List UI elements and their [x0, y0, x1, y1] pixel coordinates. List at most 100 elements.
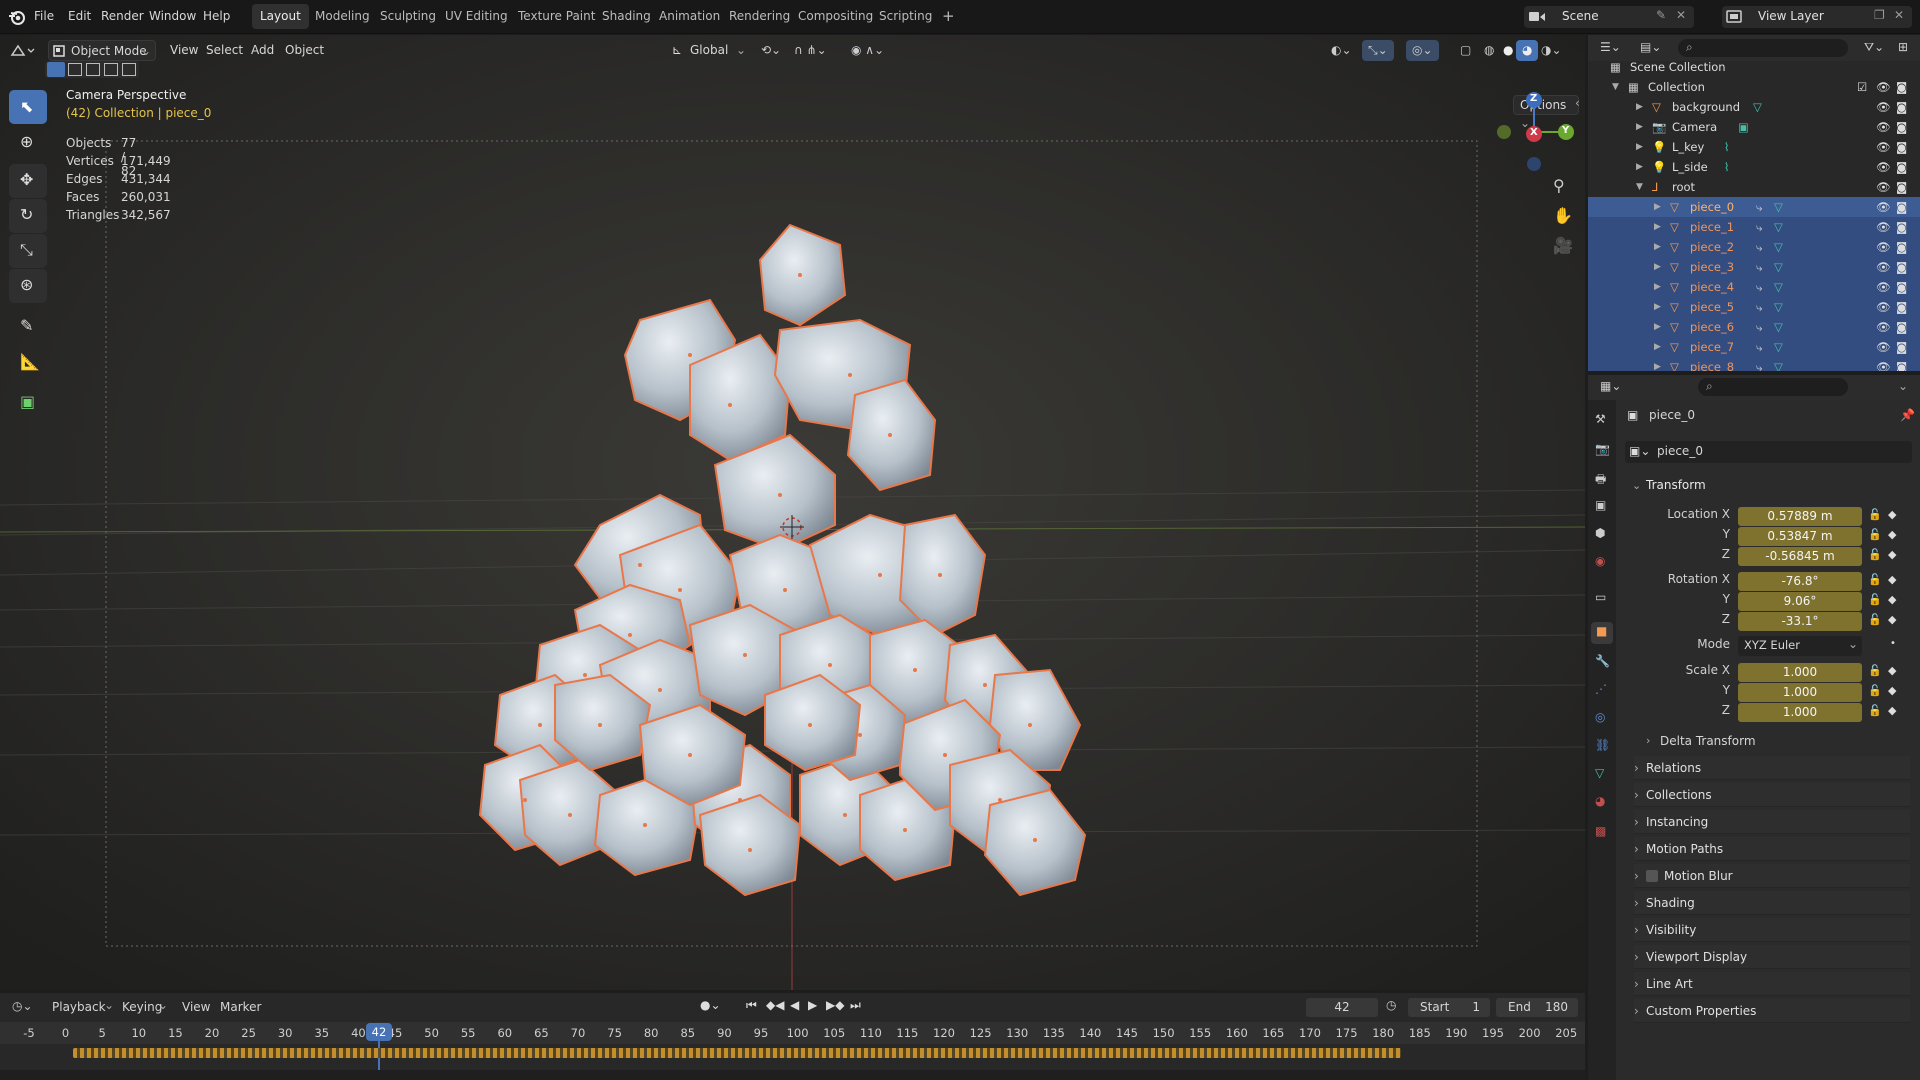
- keyframe-icon[interactable]: ◆: [1888, 684, 1896, 697]
- expand-arrow-icon[interactable]: ▼: [1636, 177, 1643, 197]
- expand-arrow-icon[interactable]: ▶: [1636, 137, 1643, 157]
- eye-icon[interactable]: 👁: [1876, 277, 1891, 297]
- prev-keyframe-icon[interactable]: ◆◀: [766, 998, 784, 1012]
- camera-render-icon[interactable]: ◙: [1896, 197, 1907, 217]
- eye-icon[interactable]: 👁: [1876, 237, 1891, 257]
- record-icon[interactable]: ●⌄: [700, 998, 721, 1012]
- data-tab-icon[interactable]: ▽: [1595, 766, 1604, 780]
- editor-type-icon[interactable]: ☰⌄: [1600, 40, 1621, 54]
- camera-render-icon[interactable]: ◙: [1896, 77, 1907, 97]
- expand-arrow-icon[interactable]: ▶: [1654, 317, 1661, 337]
- tab-sculpting[interactable]: Sculpting: [372, 4, 444, 29]
- outliner-item-piece-7[interactable]: ▶ ▽ piece_7 ⤷ ▽ 👁 ◙: [1588, 337, 1920, 357]
- filter-icon[interactable]: ⛛⌄: [1864, 40, 1884, 55]
- camera-render-icon[interactable]: ◙: [1896, 297, 1907, 317]
- section-viewport-display[interactable]: › Viewport Display: [1634, 945, 1910, 969]
- jump-start-icon[interactable]: ⏮: [746, 998, 757, 1013]
- menu-view[interactable]: View: [164, 40, 204, 61]
- copy-icon[interactable]: ❐: [1874, 8, 1885, 22]
- scale-z-field[interactable]: 1.000: [1738, 703, 1862, 722]
- outliner-collection[interactable]: ▼ ▦ Collection ☑ 👁 ◙: [1588, 77, 1920, 97]
- outliner-item-l-side[interactable]: ▶ 💡 L_side ⌇ 👁 ◙: [1588, 157, 1920, 177]
- eye-icon[interactable]: 👁: [1876, 337, 1891, 357]
- world-tab-icon[interactable]: ◉: [1595, 554, 1605, 568]
- select-extend-icon[interactable]: [68, 63, 82, 76]
- outliner-item-root[interactable]: ▼ ⅃ root 👁 ◙: [1588, 177, 1920, 197]
- tab-animation[interactable]: Animation: [651, 4, 728, 29]
- camera-render-icon[interactable]: ◙: [1896, 257, 1907, 277]
- menu-file[interactable]: File: [34, 9, 54, 23]
- camera-render-icon[interactable]: ◙: [1896, 137, 1907, 157]
- add-cube-tool[interactable]: ▣: [9, 386, 47, 420]
- outliner-item-piece-8[interactable]: ▶ ▽ piece_8 ⤷ ▽ 👁 ◙: [1588, 357, 1920, 371]
- camera-render-icon[interactable]: ◙: [1896, 217, 1907, 237]
- visibility-icon[interactable]: ◐⌄: [1325, 40, 1358, 61]
- select-invert-icon[interactable]: [104, 63, 118, 76]
- collapse-arrow-icon[interactable]: ‹: [1575, 96, 1580, 110]
- expand-arrow-icon[interactable]: ▶: [1654, 357, 1661, 371]
- location-z-field[interactable]: -0.56845 m: [1738, 547, 1862, 566]
- output-tab-icon[interactable]: 🖶: [1595, 470, 1606, 491]
- overlay-toggle-icon[interactable]: ◎⌄: [1406, 40, 1439, 61]
- outliner-item-camera[interactable]: ▶ 📷 Camera ▣ 👁 ◙: [1588, 117, 1920, 137]
- menu-render[interactable]: Render: [101, 9, 144, 23]
- rotation-z-field[interactable]: -33.1°: [1738, 612, 1862, 631]
- expand-arrow-icon[interactable]: ▶: [1654, 277, 1661, 297]
- expand-arrow-icon[interactable]: ▶: [1636, 117, 1643, 137]
- menu-playback[interactable]: Playback: [52, 1000, 106, 1014]
- menu-help[interactable]: Help: [203, 9, 230, 23]
- section-collections[interactable]: › Collections: [1634, 783, 1910, 807]
- new-collection-icon[interactable]: ⊞: [1898, 40, 1908, 54]
- chevron-down-icon[interactable]: ⌄: [1898, 379, 1908, 393]
- play-icon[interactable]: ▶: [808, 998, 817, 1012]
- camera-render-icon[interactable]: ◙: [1896, 277, 1907, 297]
- section-relations[interactable]: › Relations: [1634, 756, 1910, 780]
- section-shading[interactable]: › Shading: [1634, 891, 1910, 915]
- eye-icon[interactable]: 👁: [1876, 137, 1891, 157]
- section-custom-properties[interactable]: › Custom Properties: [1634, 999, 1910, 1023]
- eye-icon[interactable]: 👁: [1876, 357, 1891, 371]
- camera-render-icon[interactable]: ◙: [1896, 357, 1907, 371]
- play-reverse-icon[interactable]: ◀: [790, 998, 799, 1012]
- lock-icon[interactable]: 🔓: [1868, 528, 1882, 541]
- tab-modeling[interactable]: Modeling: [307, 4, 378, 29]
- scale-tool[interactable]: ⤡: [9, 234, 47, 268]
- expand-arrow-icon[interactable]: ▶: [1636, 157, 1643, 177]
- tab-uv-editing[interactable]: UV Editing: [437, 4, 516, 29]
- rotation-mode-dropdown[interactable]: XYZ Euler ⌄: [1738, 636, 1862, 656]
- properties-search-input[interactable]: ⌕: [1698, 378, 1848, 396]
- select-intersect-icon[interactable]: [122, 63, 136, 76]
- tab-layout[interactable]: Layout: [252, 4, 309, 29]
- expand-arrow-icon[interactable]: ▶: [1654, 257, 1661, 277]
- gizmo-toggle-icon[interactable]: ⤡⌄: [1362, 40, 1394, 61]
- camera-render-icon[interactable]: ◙: [1896, 317, 1907, 337]
- physics-tab-icon[interactable]: ◎: [1595, 710, 1605, 724]
- menu-keying[interactable]: Keying: [122, 1000, 162, 1014]
- lock-icon[interactable]: 🔓: [1868, 593, 1882, 606]
- snap-icon[interactable]: ∩ ⋔⌄: [788, 40, 833, 61]
- keyframe-icon[interactable]: ◆: [1888, 548, 1896, 561]
- annotate-tool[interactable]: ✎: [9, 310, 47, 344]
- close-icon[interactable]: ✕: [1676, 8, 1686, 22]
- display-mode-icon[interactable]: ▤⌄: [1640, 40, 1661, 54]
- menu-object[interactable]: Object: [279, 40, 330, 61]
- camera-render-icon[interactable]: ◙: [1896, 177, 1907, 197]
- camera-render-icon[interactable]: ◙: [1896, 117, 1907, 137]
- menu-select[interactable]: Select: [200, 40, 249, 61]
- scale-y-field[interactable]: 1.000: [1738, 683, 1862, 702]
- move-tool[interactable]: ✥: [9, 164, 47, 198]
- timeline-scrollbar[interactable]: [0, 1070, 1585, 1080]
- eye-icon[interactable]: 👁: [1876, 97, 1891, 117]
- keyframe-icon[interactable]: ◆: [1888, 573, 1896, 586]
- measure-tool[interactable]: 📐: [9, 346, 47, 380]
- location-x-field[interactable]: 0.57889 m: [1738, 507, 1862, 526]
- blender-logo-icon[interactable]: [8, 8, 26, 26]
- delta-transform-subpanel[interactable]: › Delta Transform: [1640, 731, 1910, 753]
- start-frame-field[interactable]: Start 1: [1408, 998, 1490, 1017]
- keyframe-icon[interactable]: ◆: [1888, 704, 1896, 717]
- current-frame-field[interactable]: 42: [1306, 998, 1378, 1017]
- collection-tab-icon[interactable]: ▭: [1595, 590, 1606, 604]
- eye-icon[interactable]: 👁: [1876, 117, 1891, 137]
- expand-arrow-icon[interactable]: ▼: [1612, 77, 1619, 97]
- eye-icon[interactable]: 👁: [1876, 77, 1891, 97]
